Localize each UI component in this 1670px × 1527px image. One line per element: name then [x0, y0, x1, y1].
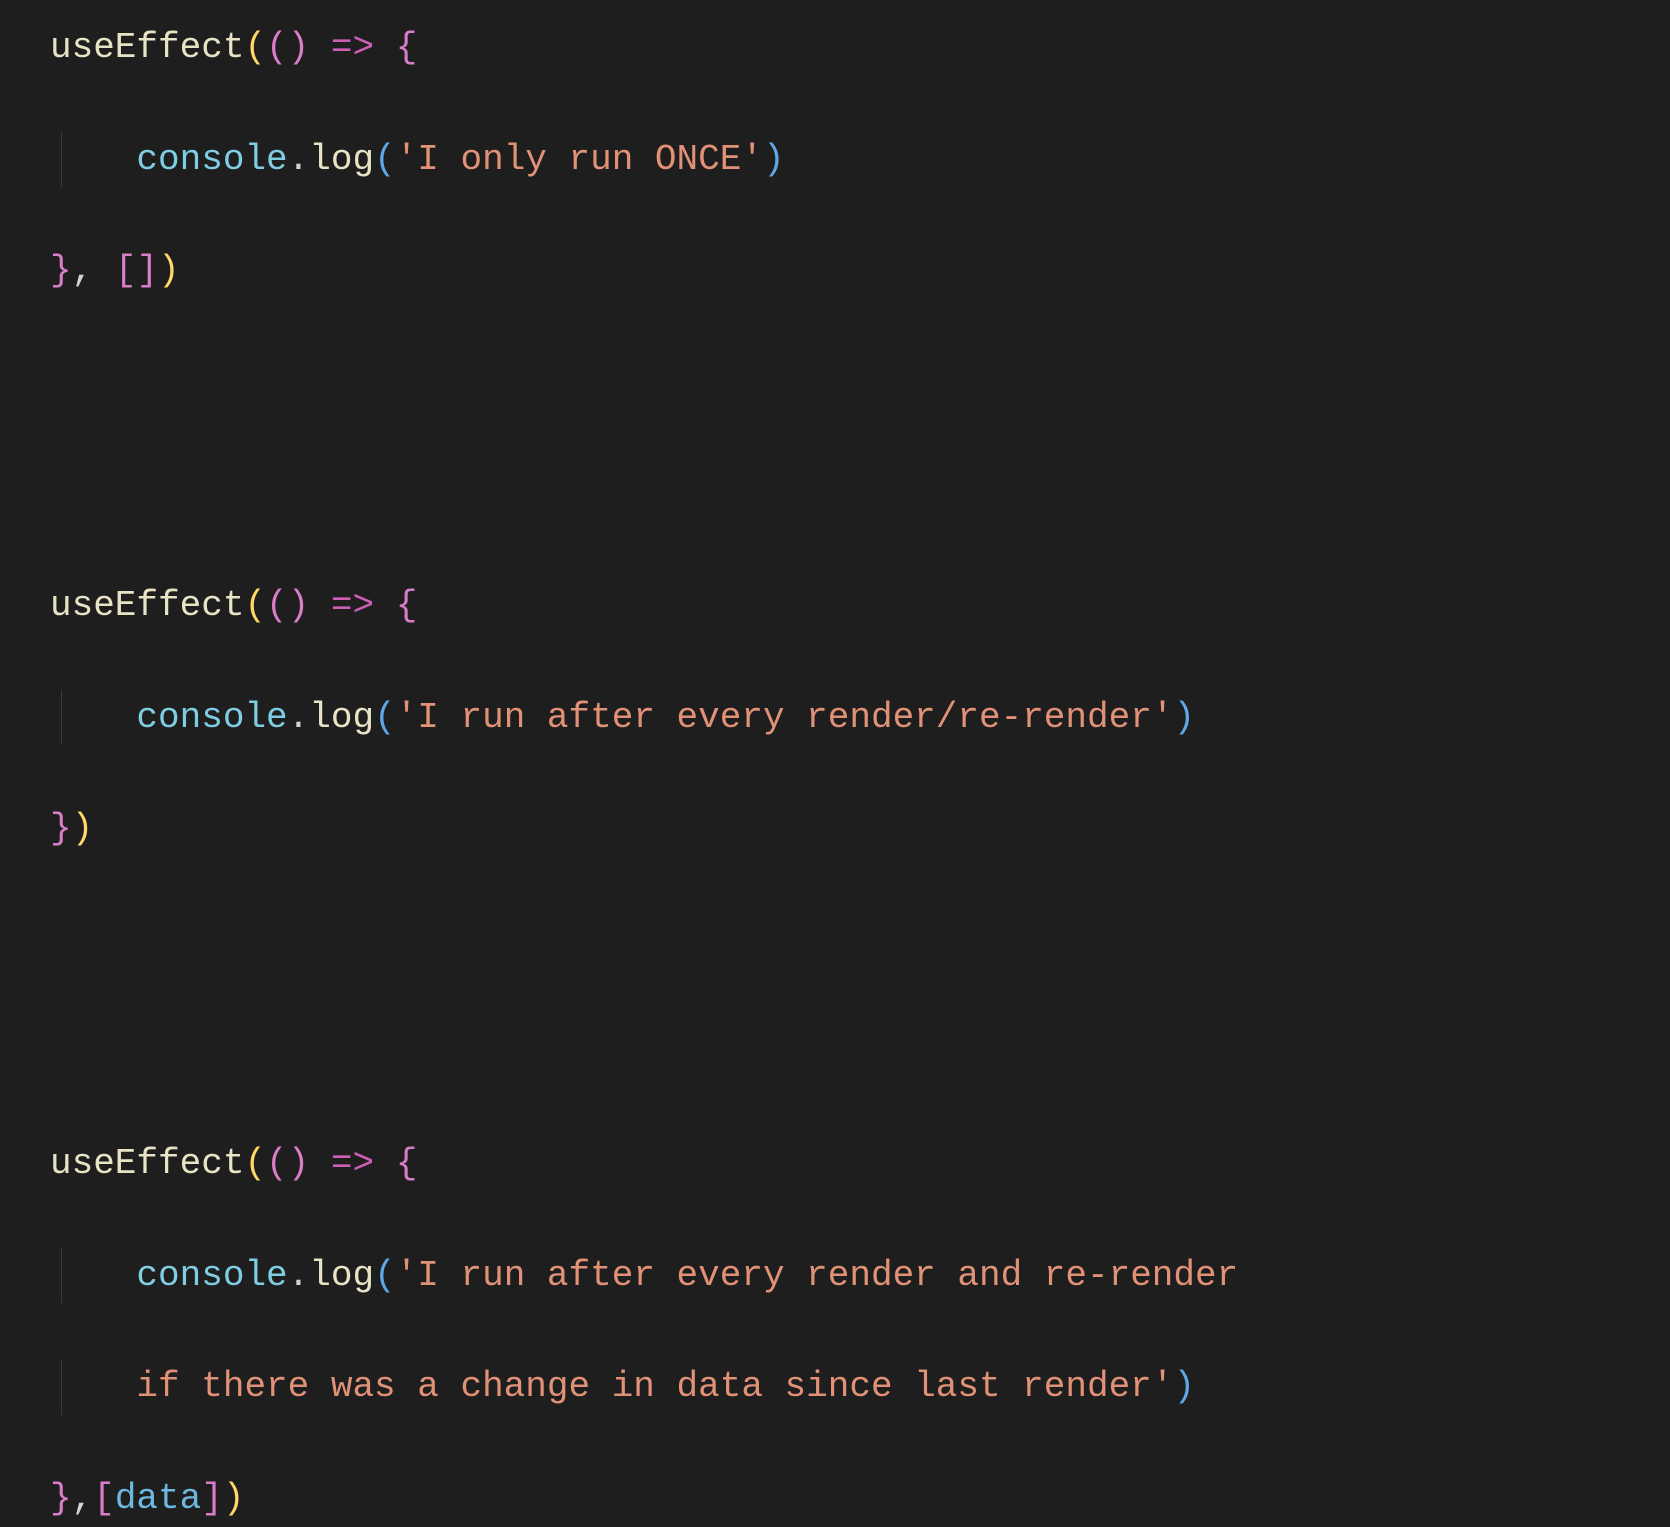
paren-close: ): [763, 139, 785, 180]
comma: ,: [72, 250, 94, 291]
arrow-token: =>: [331, 1143, 374, 1184]
brace-open: {: [396, 585, 418, 626]
dot: .: [288, 697, 310, 738]
brace-close: }: [50, 808, 72, 849]
identifier-log: log: [309, 697, 374, 738]
paren-open: (: [266, 27, 288, 68]
code-line: useEffect(() => {: [50, 1136, 1620, 1192]
bracket-close: ]: [201, 1478, 223, 1519]
paren-open: (: [374, 1255, 396, 1296]
brace-open: {: [396, 1143, 418, 1184]
paren-open: (: [374, 697, 396, 738]
code-editor[interactable]: useEffect(() => { console.log('I only ru…: [50, 20, 1620, 1527]
paren-close: ): [1173, 1366, 1195, 1407]
identifier-console: console: [136, 1255, 287, 1296]
paren-open: (: [266, 1143, 288, 1184]
code-line: console.log('I run after every render an…: [50, 1248, 1620, 1304]
string-literal: if there was a change in data since last…: [136, 1366, 1173, 1407]
code-line: useEffect(() => {: [50, 20, 1620, 76]
blank-line: [50, 355, 1620, 411]
indent-guide: [61, 1248, 62, 1304]
identifier-useeffect: useEffect: [50, 1143, 244, 1184]
blank-line: [50, 466, 1620, 522]
dot: .: [288, 139, 310, 180]
blank-line: [50, 913, 1620, 969]
bracket-open: [: [115, 250, 137, 291]
brace-close: }: [50, 1478, 72, 1519]
code-line: }, []): [50, 243, 1620, 299]
indent-guide: [61, 132, 62, 188]
identifier-useeffect: useEffect: [50, 27, 244, 68]
paren-open: (: [244, 585, 266, 626]
paren-close: ): [158, 250, 180, 291]
code-line: }): [50, 801, 1620, 857]
paren-close: ): [288, 585, 310, 626]
code-line: if there was a change in data since last…: [50, 1359, 1620, 1415]
code-line: console.log('I only run ONCE'): [50, 132, 1620, 188]
paren-open: (: [374, 139, 396, 180]
brace-open: {: [396, 27, 418, 68]
paren-close: ): [72, 808, 94, 849]
identifier-log: log: [309, 1255, 374, 1296]
code-line: },[data]): [50, 1471, 1620, 1527]
paren-close: ): [288, 1143, 310, 1184]
paren-open: (: [266, 585, 288, 626]
bracket-close: ]: [136, 250, 158, 291]
paren-close: ): [1173, 697, 1195, 738]
comma: ,: [72, 1478, 94, 1519]
blank-line: [50, 1024, 1620, 1080]
string-literal: 'I run after every render/re-render': [396, 697, 1174, 738]
dot: .: [288, 1255, 310, 1296]
paren-close: ): [288, 27, 310, 68]
code-line: useEffect(() => {: [50, 578, 1620, 634]
string-literal: 'I only run ONCE': [396, 139, 763, 180]
paren-close: ): [223, 1478, 245, 1519]
identifier-console: console: [136, 139, 287, 180]
paren-open: (: [244, 1143, 266, 1184]
arrow-token: =>: [331, 585, 374, 626]
bracket-open: [: [93, 1478, 115, 1519]
identifier-data: data: [115, 1478, 201, 1519]
identifier-useeffect: useEffect: [50, 585, 244, 626]
identifier-console: console: [136, 697, 287, 738]
identifier-log: log: [309, 139, 374, 180]
indent-guide: [61, 690, 62, 746]
brace-close: }: [50, 250, 72, 291]
string-literal: 'I run after every render and re-render: [396, 1255, 1260, 1296]
code-line: console.log('I run after every render/re…: [50, 690, 1620, 746]
arrow-token: =>: [331, 27, 374, 68]
indent-guide: [61, 1359, 62, 1415]
paren-open: (: [244, 27, 266, 68]
